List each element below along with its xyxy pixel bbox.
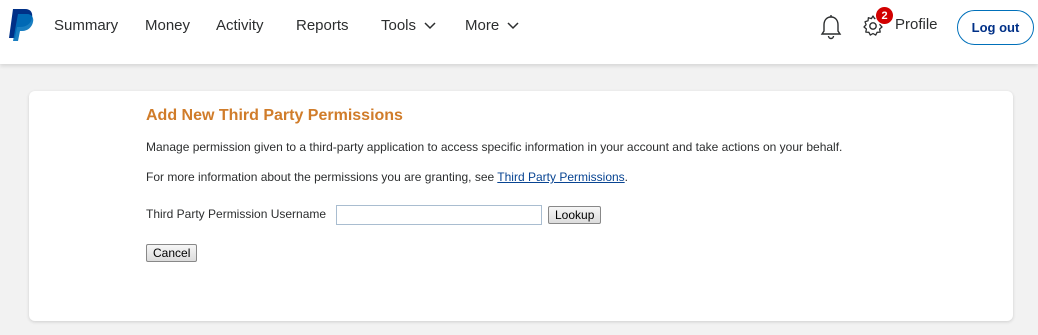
third-party-permissions-link[interactable]: Third Party Permissions — [497, 170, 624, 184]
info-text: For more information about the permissio… — [146, 170, 628, 184]
nav-reports-label: Reports — [296, 17, 349, 34]
nav-tools-label: Tools — [381, 17, 417, 34]
chevron-down-icon — [424, 22, 436, 30]
profile-link[interactable]: Profile — [895, 16, 938, 33]
description-text: Manage permission given to a third-party… — [146, 140, 843, 154]
nav-summary[interactable]: Summary — [54, 16, 118, 36]
nav-money-label: Money — [145, 17, 191, 34]
nav-activity[interactable]: Activity — [216, 16, 264, 36]
nav-reports[interactable]: Reports — [296, 16, 349, 36]
nav-more-label: More — [465, 17, 500, 34]
nav-activity-label: Activity — [216, 17, 264, 34]
notification-badge: 2 — [875, 6, 894, 25]
logout-button[interactable]: Log out — [957, 10, 1034, 45]
paypal-logo[interactable] — [8, 8, 36, 42]
info-suffix: . — [624, 170, 629, 184]
chevron-down-icon — [507, 22, 519, 30]
info-prefix: For more information about the permissio… — [146, 170, 498, 184]
nav-tools[interactable]: Tools — [381, 16, 436, 36]
username-label: Third Party Permission Username — [146, 207, 327, 221]
page-title: Add New Third Party Permissions — [146, 107, 403, 124]
lookup-button[interactable]: Lookup — [548, 206, 602, 224]
cancel-button[interactable]: Cancel — [146, 244, 198, 262]
top-navigation-bar: Summary Money Activity Reports Tools Mor… — [0, 0, 1038, 64]
bell-icon[interactable] — [819, 14, 843, 40]
permissions-card: Add New Third Party Permissions Manage p… — [29, 91, 1013, 321]
nav-more[interactable]: More — [465, 16, 519, 36]
nav-money[interactable]: Money — [145, 16, 190, 36]
username-input[interactable] — [336, 205, 542, 225]
nav-summary-label: Summary — [54, 17, 119, 34]
